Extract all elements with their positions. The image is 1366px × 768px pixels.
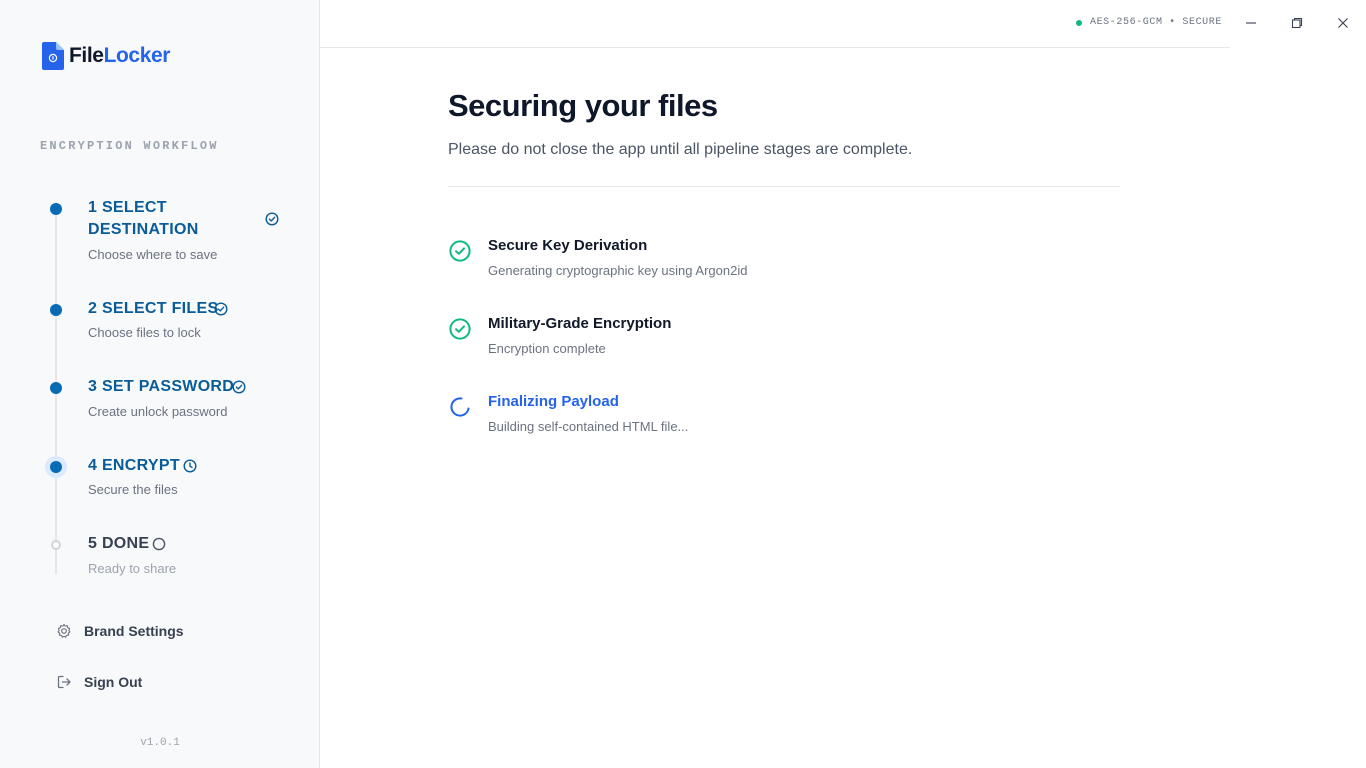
file-lock-icon — [42, 42, 64, 70]
stage-title: Military-Grade Encryption — [488, 315, 672, 332]
app-version: v1.0.1 — [140, 737, 180, 749]
step-indicator — [50, 382, 62, 394]
workflow-heading: ENCRYPTION WORKFLOW — [40, 139, 219, 153]
check-circle-icon — [449, 318, 471, 340]
sign-out-link[interactable]: Sign Out — [56, 674, 142, 690]
step-indicator-active — [50, 461, 62, 473]
minimize-button[interactable] — [1240, 12, 1262, 34]
stage-title: Secure Key Derivation — [488, 237, 648, 254]
step-title: 5 DONE — [88, 535, 150, 552]
clock-icon — [183, 459, 197, 473]
empty-circle-icon — [152, 537, 166, 551]
step-indicator-pending — [51, 540, 61, 550]
app-logo[interactable]: FileLocker — [42, 42, 170, 70]
step-subtitle: Choose files to lock — [88, 325, 201, 340]
brand-settings-link[interactable]: Brand Settings — [56, 623, 184, 639]
restore-icon — [1291, 17, 1303, 29]
status-text: AES-256-GCM • SECURE — [1089, 17, 1222, 28]
encryption-status: AES-256-GCM • SECURE — [1075, 17, 1222, 28]
close-button[interactable] — [1332, 12, 1354, 34]
stage-subtitle: Encryption complete — [488, 341, 606, 356]
step-title: 1 SELECT DESTINATION — [88, 199, 199, 238]
page-title: Securing your files — [448, 88, 718, 123]
brand-settings-label: Brand Settings — [84, 623, 184, 639]
step-title: 3 SET PASSWORD — [88, 378, 235, 395]
check-circle-icon — [214, 302, 228, 316]
logo-text: FileLocker — [69, 44, 171, 67]
minimize-icon — [1246, 22, 1256, 24]
page-subtitle: Please do not close the app until all pi… — [448, 141, 913, 158]
step-subtitle: Ready to share — [88, 561, 177, 576]
step-title: 2 SELECT FILES — [88, 300, 219, 317]
step-indicator — [50, 203, 62, 215]
stage-subtitle: Building self-contained HTML file... — [488, 419, 689, 434]
divider — [448, 186, 1120, 187]
step-subtitle: Choose where to save — [88, 247, 218, 262]
step-subtitle: Secure the files — [88, 482, 178, 497]
step-indicator — [50, 304, 62, 316]
spinner-icon — [450, 397, 470, 417]
stage-title: Finalizing Payload — [488, 393, 619, 410]
app-window: FileLocker ENCRYPTION WORKFLOW 1 SELECT D… — [0, 0, 1366, 768]
sign-out-label: Sign Out — [84, 674, 143, 690]
step-subtitle: Create unlock password — [88, 404, 228, 419]
stage-subtitle: Generating cryptographic key using Argon… — [488, 263, 748, 278]
status-dot — [1075, 19, 1082, 26]
check-circle-icon — [449, 240, 471, 262]
gear-icon — [57, 623, 71, 638]
sign-out-icon — [57, 675, 71, 689]
check-circle-icon — [265, 212, 279, 226]
close-icon — [1338, 18, 1348, 28]
step-title: 4 ENCRYPT — [88, 457, 180, 474]
check-circle-icon — [232, 380, 246, 394]
top-bar: AES-256-GCM • SECURE — [320, 0, 1230, 48]
restore-button[interactable] — [1286, 12, 1308, 34]
sidebar: FileLocker ENCRYPTION WORKFLOW 1 SELECT D… — [0, 0, 320, 768]
